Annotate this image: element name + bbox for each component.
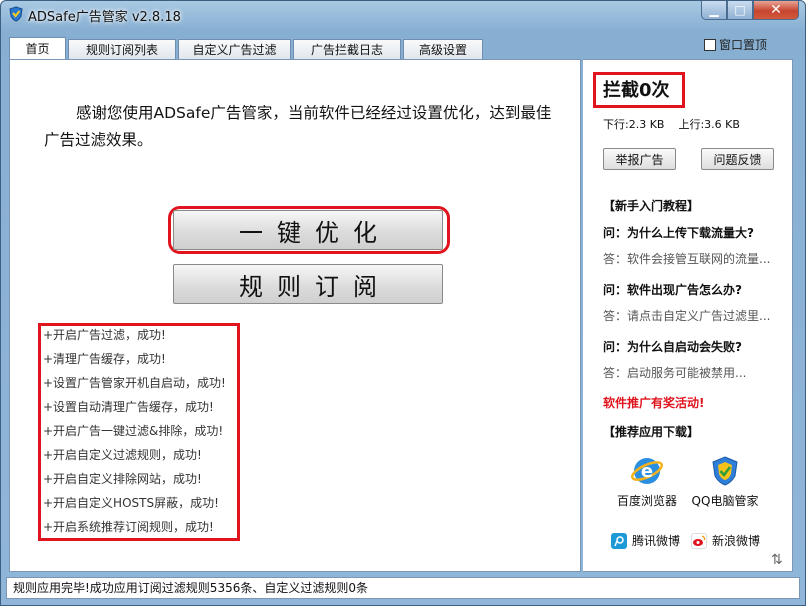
tab-rule-subscriptions[interactable]: 规则订阅列表	[68, 39, 176, 59]
tencent-weibo-icon	[611, 532, 627, 549]
one-click-optimize-button[interactable]: 一键优化	[173, 210, 443, 250]
baidu-browser-icon: e	[631, 458, 663, 484]
refresh-icon[interactable]: ⇅	[771, 552, 783, 568]
log-item: +设置广告管家开机自启动，成功!	[43, 376, 226, 390]
app-window: ADSafe广告管家 v2.8.18 ▁ □ ✕ 首页 规则订阅列表 自定义广告…	[0, 0, 806, 606]
block-count: 拦截0次	[603, 80, 670, 101]
log-item: +设置自动清理广告缓存，成功!	[43, 400, 214, 414]
log-item: +清理广告缓存，成功!	[43, 352, 166, 366]
log-item: +开启自定义过滤规则，成功!	[43, 448, 202, 462]
window-topmost-toggle[interactable]: 窗口置顶	[704, 36, 767, 53]
home-panel: 感谢您使用ADSafe广告管家，当前软件已经经过设置优化，达到最佳广告过滤效果。…	[9, 59, 581, 572]
optimize-log: +开启广告过滤，成功! +清理广告缓存，成功! +设置广告管家开机自启动，成功!…	[43, 323, 226, 539]
window-controls: ▁ □ ✕	[701, 1, 799, 20]
promo-link[interactable]: 软件推广有奖活动!	[603, 394, 704, 411]
title-bar[interactable]: ADSafe广告管家 v2.8.18 ▁ □ ✕	[1, 1, 805, 29]
log-item: +开启广告一键过滤&排除，成功!	[43, 424, 224, 438]
tab-advanced-settings[interactable]: 高级设置	[403, 39, 483, 59]
log-item: +开启自定义HOSTS屏蔽，成功!	[43, 496, 219, 510]
welcome-text: 感谢您使用ADSafe广告管家，当前软件已经经过设置优化，达到最佳广告过滤效果。	[44, 104, 552, 149]
status-bar: 规则应用完毕!成功应用订阅过滤规则5356条、自定义过滤规则0条	[6, 577, 800, 599]
log-item: +开启广告过滤，成功!	[43, 328, 166, 342]
baidu-browser-app[interactable]: e 百度浏览器	[607, 454, 687, 509]
close-button[interactable]: ✕	[753, 1, 799, 20]
faq-answer[interactable]: 答：启动服务可能被禁用...	[603, 364, 781, 381]
tab-bar: 首页 规则订阅列表 自定义广告过滤 广告拦截日志 高级设置	[9, 37, 485, 59]
window-title: ADSafe广告管家 v2.8.18	[28, 10, 181, 25]
tencent-weibo-link[interactable]: 腾讯微博	[611, 532, 680, 549]
tab-custom-filter[interactable]: 自定义广告过滤	[178, 39, 291, 59]
topmost-label: 窗口置顶	[719, 38, 768, 52]
svg-text:e: e	[641, 461, 653, 482]
log-item: +开启系统推荐订阅规则，成功!	[43, 520, 214, 534]
tab-block-log[interactable]: 广告拦截日志	[293, 39, 401, 59]
side-panel: 拦截0次 下行:2.3 KB 上行:3.6 KB 举报广告 问题反馈 【新手入门…	[583, 59, 793, 572]
tab-home[interactable]: 首页	[9, 37, 66, 59]
faq-answer[interactable]: 答：软件会接管互联网的流量...	[603, 250, 781, 267]
recommended-apps-title: 【推荐应用下载】	[603, 425, 700, 439]
faq-question[interactable]: 问：为什么上传下载流量大?	[603, 224, 754, 241]
weibo-label: 新浪微博	[712, 534, 761, 548]
app-label: QQ电脑管家	[691, 494, 759, 508]
qq-pc-manager-icon	[712, 456, 738, 486]
download-speed: 下行:2.3 KB	[603, 118, 665, 131]
sina-weibo-link[interactable]: 新浪微博	[691, 532, 760, 549]
sina-weibo-icon	[691, 532, 707, 549]
tutorial-title: 【新手入门教程】	[603, 199, 700, 213]
traffic-stats: 下行:2.3 KB 上行:3.6 KB	[603, 116, 740, 132]
faq-question[interactable]: 问：软件出现广告怎么办?	[603, 281, 742, 298]
weibo-label: 腾讯微博	[632, 534, 681, 548]
feedback-button[interactable]: 问题反馈	[701, 148, 774, 170]
faq-question[interactable]: 问：为什么自启动会失败?	[603, 338, 742, 355]
app-label: 百度浏览器	[616, 494, 677, 508]
log-item: +开启自定义排除网站，成功!	[43, 472, 202, 486]
upload-speed: 上行:3.6 KB	[678, 118, 740, 131]
minimize-button[interactable]: ▁	[701, 1, 727, 20]
rule-subscribe-button[interactable]: 规则订阅	[173, 264, 443, 304]
adsafe-shield-icon	[9, 6, 23, 22]
qq-pc-manager-app[interactable]: QQ电脑管家	[685, 454, 765, 509]
report-ad-button[interactable]: 举报广告	[603, 148, 676, 170]
maximize-button[interactable]: □	[727, 1, 753, 20]
faq-answer[interactable]: 答：请点击自定义广告过滤里...	[603, 307, 781, 324]
topmost-checkbox[interactable]	[704, 38, 716, 51]
